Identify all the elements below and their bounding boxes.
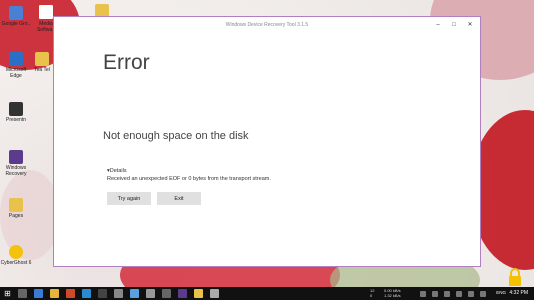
app-icon[interactable] [162, 289, 171, 298]
tray-value: 0 [370, 293, 373, 298]
minimize-button[interactable]: – [432, 20, 444, 31]
recovery-tool-window: Windows Device Recovery Tool 3.1.5 – □ ✕… [53, 16, 481, 267]
chrome-icon [9, 6, 23, 20]
language-indicator[interactable]: ENG [496, 290, 506, 295]
file-explorer-icon[interactable] [50, 289, 59, 298]
app-icon[interactable] [194, 289, 203, 298]
desktop-icon-cyberghost[interactable]: CyberGhost 6 [0, 245, 32, 266]
maximize-button[interactable]: □ [448, 20, 460, 31]
edge-icon [9, 52, 23, 66]
app-icon [9, 102, 23, 116]
app-icon[interactable] [146, 289, 155, 298]
error-heading: Error [103, 51, 150, 74]
error-message: Not enough space on the disk [103, 130, 249, 142]
details-toggle[interactable]: ▾Details [107, 168, 127, 174]
details-text: Received an unexpected EOF or 0 bytes fr… [107, 176, 271, 182]
clock[interactable]: 4:32 PM [509, 290, 528, 296]
cyberghost-icon [9, 245, 23, 259]
try-again-button[interactable]: Try again [107, 192, 151, 205]
app-icon[interactable] [210, 289, 219, 298]
tray-icon[interactable] [444, 291, 450, 297]
close-button[interactable]: ✕ [464, 20, 476, 31]
network-down: 1.32 kB/s [384, 293, 401, 298]
network-speed: 0.00 kB/s 1.32 kB/s [384, 288, 401, 298]
battery-icon[interactable] [480, 291, 486, 297]
lock-icon [509, 268, 521, 286]
app-icon[interactable] [66, 289, 75, 298]
app-icon[interactable] [114, 289, 123, 298]
recovery-tool-taskbar-icon[interactable] [178, 289, 187, 298]
tray-icon[interactable] [432, 291, 438, 297]
recovery-icon [9, 150, 23, 164]
tray-icon[interactable] [420, 291, 426, 297]
desktop-icon-pages[interactable]: Pages [0, 198, 32, 219]
desktop-icon-recovery[interactable]: Windows Recovery [0, 150, 32, 177]
task-view-icon[interactable] [34, 289, 43, 298]
details-label: Details [109, 168, 127, 174]
title-bar[interactable]: Windows Device Recovery Tool 3.1.5 – □ ✕ [54, 17, 480, 35]
app-icon[interactable] [82, 289, 91, 298]
tray-counter: 12 0 [370, 288, 374, 298]
exit-button[interactable]: Exit [157, 192, 201, 205]
taskbar: ⊞ 12 0 0.00 kB/s 1.32 kB/s ENG 4:32 PM [0, 287, 534, 300]
windows-start-icon[interactable]: ⊞ [3, 289, 12, 298]
volume-icon[interactable] [456, 291, 462, 297]
app-icon [35, 52, 49, 66]
app-icon[interactable] [98, 289, 107, 298]
folder-icon [9, 198, 23, 212]
desktop-icon-google[interactable]: Google Gro.. [0, 6, 32, 27]
search-icon[interactable] [18, 289, 27, 298]
media-icon [38, 4, 54, 20]
window-title: Windows Device Recovery Tool 3.1.5 [225, 22, 309, 28]
network-icon[interactable] [468, 291, 474, 297]
app-icon[interactable] [130, 289, 139, 298]
desktop-icon-present[interactable]: Presentn [0, 102, 32, 123]
